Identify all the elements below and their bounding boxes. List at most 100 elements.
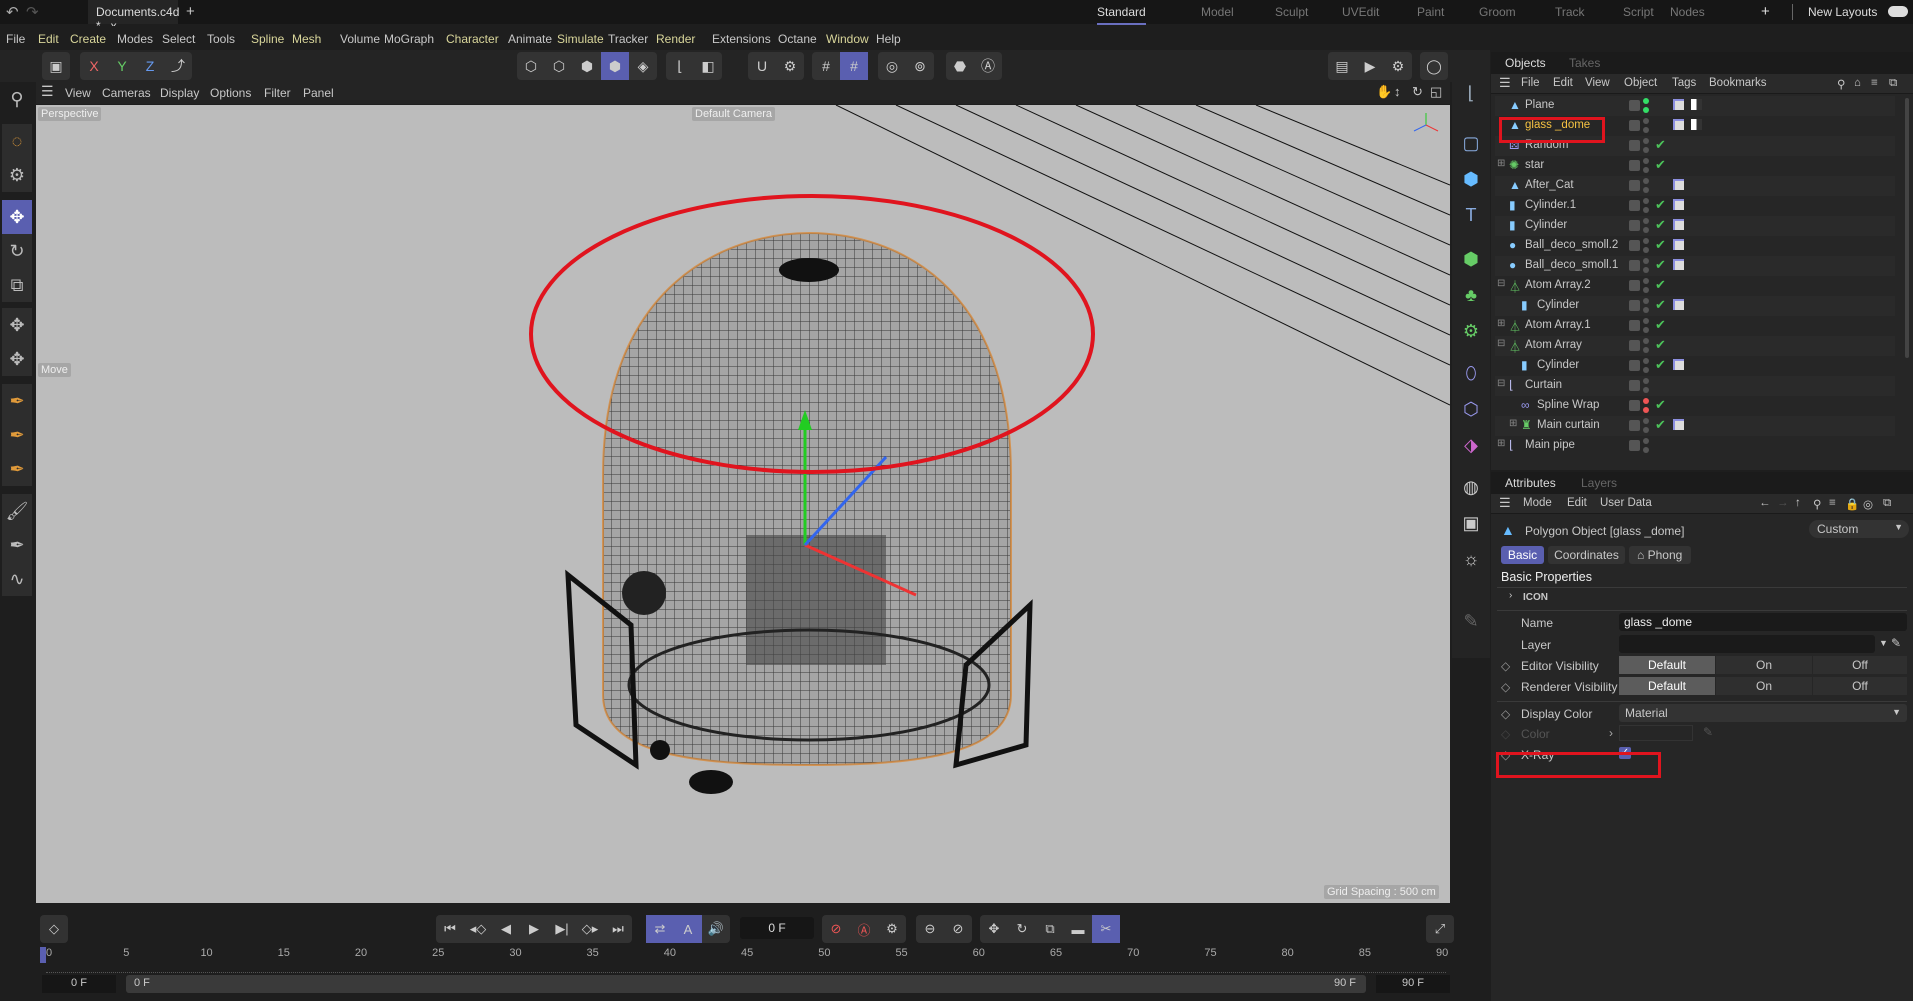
object-row[interactable]: ▮ Cylinder ✔: [1495, 356, 1895, 376]
enabled-check-icon[interactable]: ✔: [1655, 357, 1666, 373]
phong-tag-icon[interactable]: [1673, 219, 1684, 230]
motion-clip-icon[interactable]: ⊖: [916, 915, 944, 943]
search-icon[interactable]: ⚲: [1837, 77, 1845, 91]
rotate-tool-icon[interactable]: ↻: [2, 234, 32, 268]
key-scale-icon[interactable]: ⧉: [1036, 915, 1064, 943]
new-tab-button[interactable]: +: [186, 3, 195, 20]
object-row[interactable]: ● Ball_deco_smoll.2 ✔: [1495, 236, 1895, 256]
enabled-check-icon[interactable]: ✔: [1655, 277, 1666, 293]
enabled-check-icon[interactable]: ✔: [1655, 197, 1666, 213]
objects-menu-object[interactable]: Object: [1624, 77, 1657, 89]
object-row[interactable]: ⊞ ⌊ Main pipe: [1495, 436, 1895, 456]
auto-icon[interactable]: Ⓐ: [974, 52, 1002, 80]
objects-menu-edit[interactable]: Edit: [1553, 77, 1573, 89]
filter-icon[interactable]: ≡: [1829, 497, 1836, 509]
editable-icon[interactable]: [1629, 340, 1640, 351]
tweak-tool-icon[interactable]: ⚙: [2, 158, 32, 192]
polygon-pen-icon[interactable]: ✒: [2, 418, 32, 452]
enabled-check-icon[interactable]: ✔: [1655, 157, 1666, 173]
light-icon[interactable]: ☼: [1456, 544, 1486, 574]
animation-mode-icon[interactable]: A: [674, 915, 702, 943]
chevron-right-icon[interactable]: ›: [1509, 590, 1512, 601]
uv-mode-icon[interactable]: ◈: [629, 52, 657, 80]
editable-icon[interactable]: [1629, 220, 1640, 231]
viewport-menu-view[interactable]: View: [65, 86, 91, 100]
collapse-icon[interactable]: ⊟: [1497, 378, 1505, 389]
next-frame-icon[interactable]: ▶|: [548, 915, 576, 943]
menu-simulate[interactable]: Simulate: [557, 32, 604, 46]
keyframe-icon[interactable]: ◇: [40, 915, 68, 943]
keyframe-diamond-icon[interactable]: ◇: [1501, 659, 1510, 673]
polygon-mode-icon[interactable]: ⬢: [601, 52, 629, 80]
spline-sketch-icon[interactable]: ∿: [2, 562, 32, 596]
timeline-settings-icon[interactable]: ⊘: [944, 915, 972, 943]
menu-octane[interactable]: Octane: [778, 32, 817, 46]
menu-volume[interactable]: Volume: [340, 32, 380, 46]
filter-icon[interactable]: ≡: [1871, 77, 1878, 89]
expand-icon[interactable]: ⊞: [1509, 418, 1517, 429]
phong-tag-icon[interactable]: [1673, 119, 1684, 130]
collapse-icon[interactable]: ⊟: [1497, 338, 1505, 349]
editable-icon[interactable]: [1629, 140, 1640, 151]
next-key-icon[interactable]: ◇▸: [576, 915, 604, 943]
editable-icon[interactable]: [1629, 300, 1640, 311]
object-row[interactable]: ● Ball_deco_smoll.1 ✔: [1495, 256, 1895, 276]
object-row[interactable]: ⊟ ⏃ Atom Array ✔: [1495, 336, 1895, 356]
subdivision-icon[interactable]: ⬢: [1456, 244, 1486, 274]
viewport-menu-panel[interactable]: Panel: [303, 86, 334, 100]
snap-icon[interactable]: U: [748, 52, 776, 80]
objects-menu-tags[interactable]: Tags: [1672, 77, 1696, 89]
3d-viewport[interactable]: Perspective Default Camera Move Grid Spa…: [36, 105, 1450, 903]
visibility-dots[interactable]: [1643, 158, 1649, 176]
bend-icon[interactable]: ⬡: [1456, 394, 1486, 424]
phong-tag-icon[interactable]: [1673, 299, 1684, 310]
x-axis-lock[interactable]: X: [80, 52, 108, 80]
menu-character[interactable]: Character: [446, 32, 499, 46]
grid-lock-icon[interactable]: #: [840, 52, 868, 80]
visibility-dots[interactable]: [1643, 98, 1649, 116]
octane-icon[interactable]: ◯: [1420, 52, 1448, 80]
object-row[interactable]: ⊞ ⏃ Atom Array.1 ✔: [1495, 316, 1895, 336]
sound-icon[interactable]: 🔊: [702, 915, 730, 943]
previous-frame-icon[interactable]: ◀: [492, 915, 520, 943]
pan-icon[interactable]: ✋: [1376, 84, 1392, 100]
playhead[interactable]: [40, 947, 46, 963]
visibility-dots[interactable]: [1643, 118, 1649, 136]
menu-file[interactable]: File: [6, 32, 25, 46]
renderer-visibility-default[interactable]: Default: [1619, 677, 1715, 695]
menu-help[interactable]: Help: [876, 32, 901, 46]
transfer-tool-icon[interactable]: ✥: [2, 308, 32, 342]
orbit-icon[interactable]: ↻: [1412, 84, 1423, 100]
forward-arrow-icon[interactable]: →: [1777, 497, 1789, 509]
view-name-label[interactable]: Perspective: [38, 107, 102, 121]
menu-select[interactable]: Select: [162, 32, 195, 46]
object-list-scrollbar[interactable]: [1905, 98, 1909, 358]
phong-tag-icon[interactable]: [1673, 239, 1684, 250]
editable-icon[interactable]: [1629, 240, 1640, 251]
play-icon[interactable]: ▶: [520, 915, 548, 943]
key-param-icon[interactable]: ▬: [1064, 915, 1092, 943]
object-row[interactable]: ▲ After_Cat: [1495, 176, 1895, 196]
menu-render[interactable]: Render: [656, 32, 695, 46]
deformer-icon[interactable]: ⚙: [1456, 316, 1486, 346]
viewport-menu-cameras[interactable]: Cameras: [102, 86, 151, 100]
texture-mode-icon[interactable]: ◧: [694, 52, 722, 80]
enabled-check-icon[interactable]: ✔: [1655, 217, 1666, 233]
display-color-dropdown[interactable]: Material ▼: [1619, 704, 1907, 722]
cloner-icon[interactable]: ♣: [1456, 280, 1486, 310]
model-mode-icon[interactable]: ⬡: [517, 52, 545, 80]
attr-menu-edit[interactable]: Edit: [1567, 497, 1587, 509]
knife-icon[interactable]: ✒: [2, 528, 32, 562]
record-icon[interactable]: ⊘: [822, 915, 850, 943]
renderer-visibility-off[interactable]: Off: [1813, 677, 1907, 695]
layout-tab-uvedit[interactable]: UVEdit: [1342, 5, 1379, 19]
keyframe-diamond-icon[interactable]: ◇: [1501, 707, 1510, 721]
environment-icon[interactable]: ◍: [1456, 472, 1486, 502]
menu-mograph[interactable]: MoGraph: [384, 32, 434, 46]
autokey-icon[interactable]: Ⓐ: [850, 915, 878, 943]
end-frame-field[interactable]: 90 F: [1376, 975, 1450, 993]
name-input[interactable]: glass _dome: [1619, 613, 1907, 631]
key-rotation-icon[interactable]: ↻: [1008, 915, 1036, 943]
attr-menu-user-data[interactable]: User Data: [1600, 497, 1652, 509]
objects-menu-file[interactable]: File: [1521, 77, 1540, 89]
